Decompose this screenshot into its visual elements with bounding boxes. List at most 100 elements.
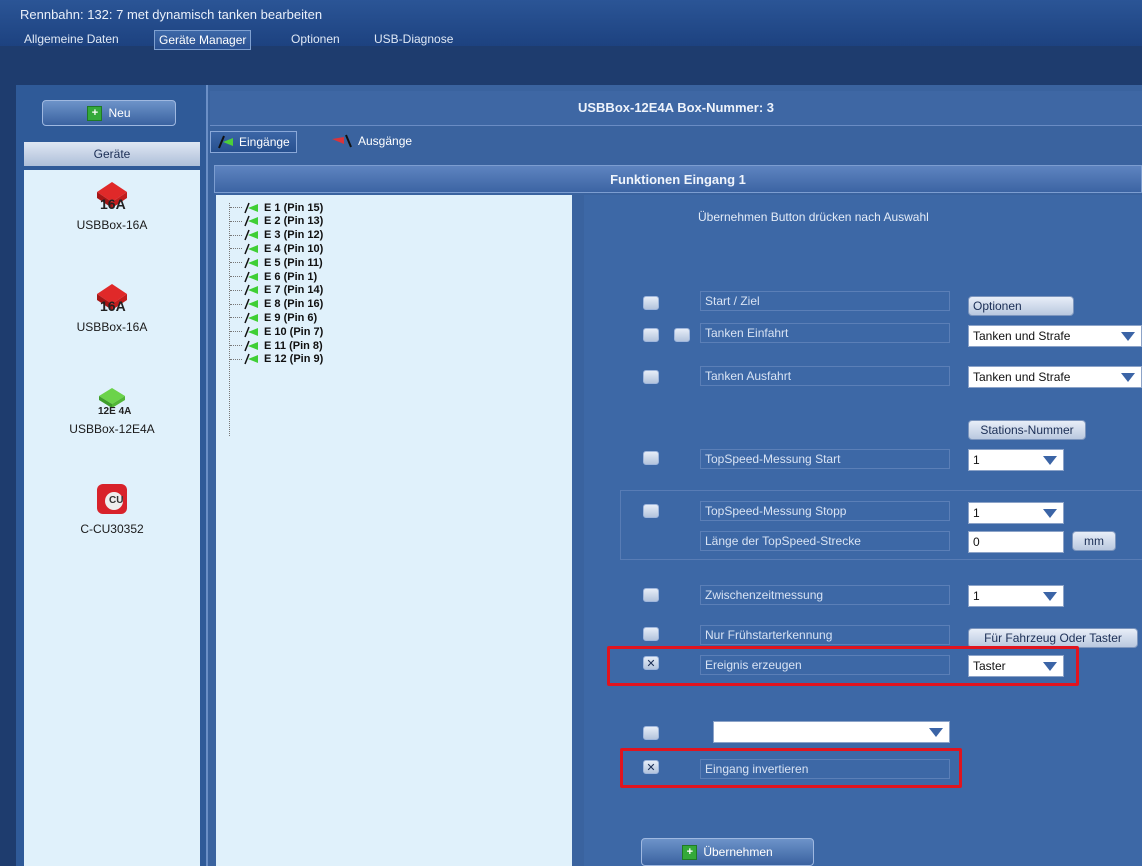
- input-row[interactable]: E 7 (Pin 14): [230, 284, 323, 297]
- input-arrow-icon: [244, 229, 258, 241]
- device-item[interactable]: CU C-CU30352: [24, 484, 200, 536]
- topspeed-start-select[interactable]: 1: [968, 449, 1064, 471]
- apply-hint: Übernehmen Button drücken nach Auswahl: [698, 210, 929, 224]
- usb-box-green-icon: 12E 4A: [91, 384, 133, 420]
- device-list: 16A USBBox-16A 16A USBBox-16A 12E 4A USB…: [24, 170, 200, 866]
- input-row[interactable]: E 9 (Pin 6): [230, 311, 317, 324]
- tab-eingaenge-label: Eingänge: [239, 135, 290, 149]
- device-name: C-CU30352: [80, 522, 144, 536]
- plus-icon: +: [87, 105, 103, 121]
- chevron-down-icon: [1043, 456, 1057, 465]
- extra-checkbox[interactable]: [643, 726, 659, 740]
- topspeed-stopp-label: TopSpeed-Messung Stopp: [700, 501, 950, 521]
- tree-connector: [230, 345, 242, 346]
- input-arrow-icon: [244, 326, 258, 337]
- input-row[interactable]: E 10 (Pin 7): [230, 325, 323, 338]
- tanken-einfahrt-checkbox-2[interactable]: [674, 328, 690, 342]
- input-label: E 6 (Pin 1): [264, 270, 318, 283]
- new-device-button[interactable]: + Neu: [42, 100, 176, 126]
- device-item[interactable]: 16A USBBox-16A: [24, 180, 200, 232]
- menu-usb-diagnose[interactable]: USB-Diagnose: [370, 30, 457, 48]
- apply-button[interactable]: + Übernehmen: [641, 838, 814, 866]
- input-row[interactable]: E 5 (Pin 11): [230, 256, 323, 269]
- input-row[interactable]: E 11 (Pin 8): [230, 339, 323, 352]
- zwischenzeit-checkbox[interactable]: [643, 588, 659, 602]
- menu-allgemeine-daten[interactable]: Allgemeine Daten: [20, 30, 123, 48]
- functions-header: Funktionen Eingang 1: [214, 165, 1142, 193]
- input-label: E 5 (Pin 11): [264, 256, 323, 269]
- device-name: USBBox-16A: [76, 320, 148, 334]
- input-arrow-icon: [244, 340, 258, 351]
- tab-ausgaenge[interactable]: Ausgänge: [324, 131, 418, 151]
- input-label: E 1 (Pin 15): [264, 201, 324, 214]
- optionen-button[interactable]: Optionen: [968, 296, 1074, 316]
- input-row[interactable]: E 2 (Pin 13): [230, 215, 323, 228]
- devices-header: Geräte: [24, 142, 200, 166]
- tanken-ausfahrt-select[interactable]: Tanken und Strafe: [968, 366, 1142, 388]
- tab-ausgaenge-label: Ausgänge: [358, 134, 413, 148]
- input-row[interactable]: E 1 (Pin 15): [230, 201, 323, 214]
- tree-connector: [230, 234, 242, 236]
- tanken-einfahrt-value: Tanken und Strafe: [973, 329, 1071, 343]
- topspeed-start-checkbox[interactable]: [643, 451, 659, 465]
- input-label: E 4 (Pin 10): [264, 242, 324, 255]
- stations-nummer-button[interactable]: Stations-Nummer: [968, 420, 1086, 440]
- device-item[interactable]: 16A USBBox-16A: [24, 282, 200, 334]
- device-badge: CU: [109, 495, 124, 506]
- new-device-label: Neu: [108, 106, 131, 120]
- start-ziel-checkbox[interactable]: [643, 296, 659, 310]
- tanken-einfahrt-label: Tanken Einfahrt: [700, 323, 950, 343]
- input-arrow-icon: [244, 285, 258, 296]
- input-row[interactable]: E 12 (Pin 9): [230, 353, 323, 366]
- topspeed-stopp-checkbox[interactable]: [643, 504, 659, 518]
- input-row[interactable]: E 3 (Pin 12): [230, 229, 323, 242]
- tree-connector: [230, 262, 242, 264]
- tanken-ausfahrt-label: Tanken Ausfahrt: [700, 366, 950, 386]
- tree-connector: [230, 220, 242, 222]
- input-label: E 2 (Pin 13): [264, 215, 324, 228]
- input-arrow-icon: [244, 271, 258, 282]
- tree-connector: [230, 289, 242, 291]
- device-badge: 12E 4A: [98, 406, 132, 417]
- chevron-down-icon: [1043, 662, 1057, 671]
- input-arrow-icon: [244, 312, 258, 324]
- fruehstart-label: Nur Frühstarterkennung: [700, 625, 950, 645]
- tanken-einfahrt-checkbox[interactable]: [643, 328, 659, 342]
- device-badge: 16A: [100, 196, 126, 212]
- input-row[interactable]: E 6 (Pin 1): [230, 270, 317, 283]
- tanken-ausfahrt-checkbox[interactable]: [643, 370, 659, 384]
- input-label: E 9 (Pin 6): [264, 311, 318, 324]
- usb-box-red-icon: 16A: [91, 282, 133, 318]
- tree-connector: [230, 358, 242, 360]
- topspeed-length-label: Länge der TopSpeed-Strecke: [700, 531, 950, 551]
- tree-connector: [230, 248, 242, 250]
- tanken-ausfahrt-value: Tanken und Strafe: [973, 370, 1071, 384]
- unit-mm-button[interactable]: mm: [1072, 531, 1116, 551]
- fruehstart-checkbox[interactable]: [643, 627, 659, 641]
- input-arrow-icon: [244, 257, 258, 268]
- device-item[interactable]: 12E 4A USBBox-12E4A: [24, 384, 200, 436]
- ereignis-label: Ereignis erzeugen: [700, 655, 950, 675]
- extra-select[interactable]: [713, 721, 950, 743]
- zwischenzeit-select[interactable]: 1: [968, 585, 1064, 607]
- input-row[interactable]: E 4 (Pin 10): [230, 242, 323, 255]
- input-label: E 11 (Pin 8): [264, 339, 323, 352]
- ereignis-checkbox[interactable]: ✕: [643, 656, 659, 670]
- device-name: USBBox-16A: [76, 218, 148, 232]
- ereignis-select[interactable]: Taster: [968, 655, 1064, 677]
- input-arrow-icon: [244, 202, 258, 213]
- input-row[interactable]: E 8 (Pin 16): [230, 298, 323, 311]
- tanken-einfahrt-select[interactable]: Tanken und Strafe: [968, 325, 1142, 347]
- topspeed-length-input[interactable]: 0: [968, 531, 1064, 553]
- invert-checkbox[interactable]: ✕: [643, 760, 659, 774]
- start-ziel-label: Start / Ziel: [700, 291, 950, 311]
- apply-label: Übernehmen: [703, 845, 773, 859]
- topspeed-stopp-select[interactable]: 1: [968, 502, 1064, 524]
- window-title: Rennbahn: 132: 7 met dynamisch tanken be…: [20, 7, 323, 22]
- menu-optionen[interactable]: Optionen: [287, 30, 344, 48]
- menu-geraete-manager[interactable]: Geräte Manager: [154, 30, 252, 50]
- zwischenzeit-value: 1: [973, 589, 980, 603]
- tab-eingaenge[interactable]: Eingänge: [210, 131, 297, 153]
- fahrzeug-oder-taster-button[interactable]: Für Fahrzeug Oder Taster: [968, 628, 1138, 648]
- output-arrow-icon: [332, 134, 352, 148]
